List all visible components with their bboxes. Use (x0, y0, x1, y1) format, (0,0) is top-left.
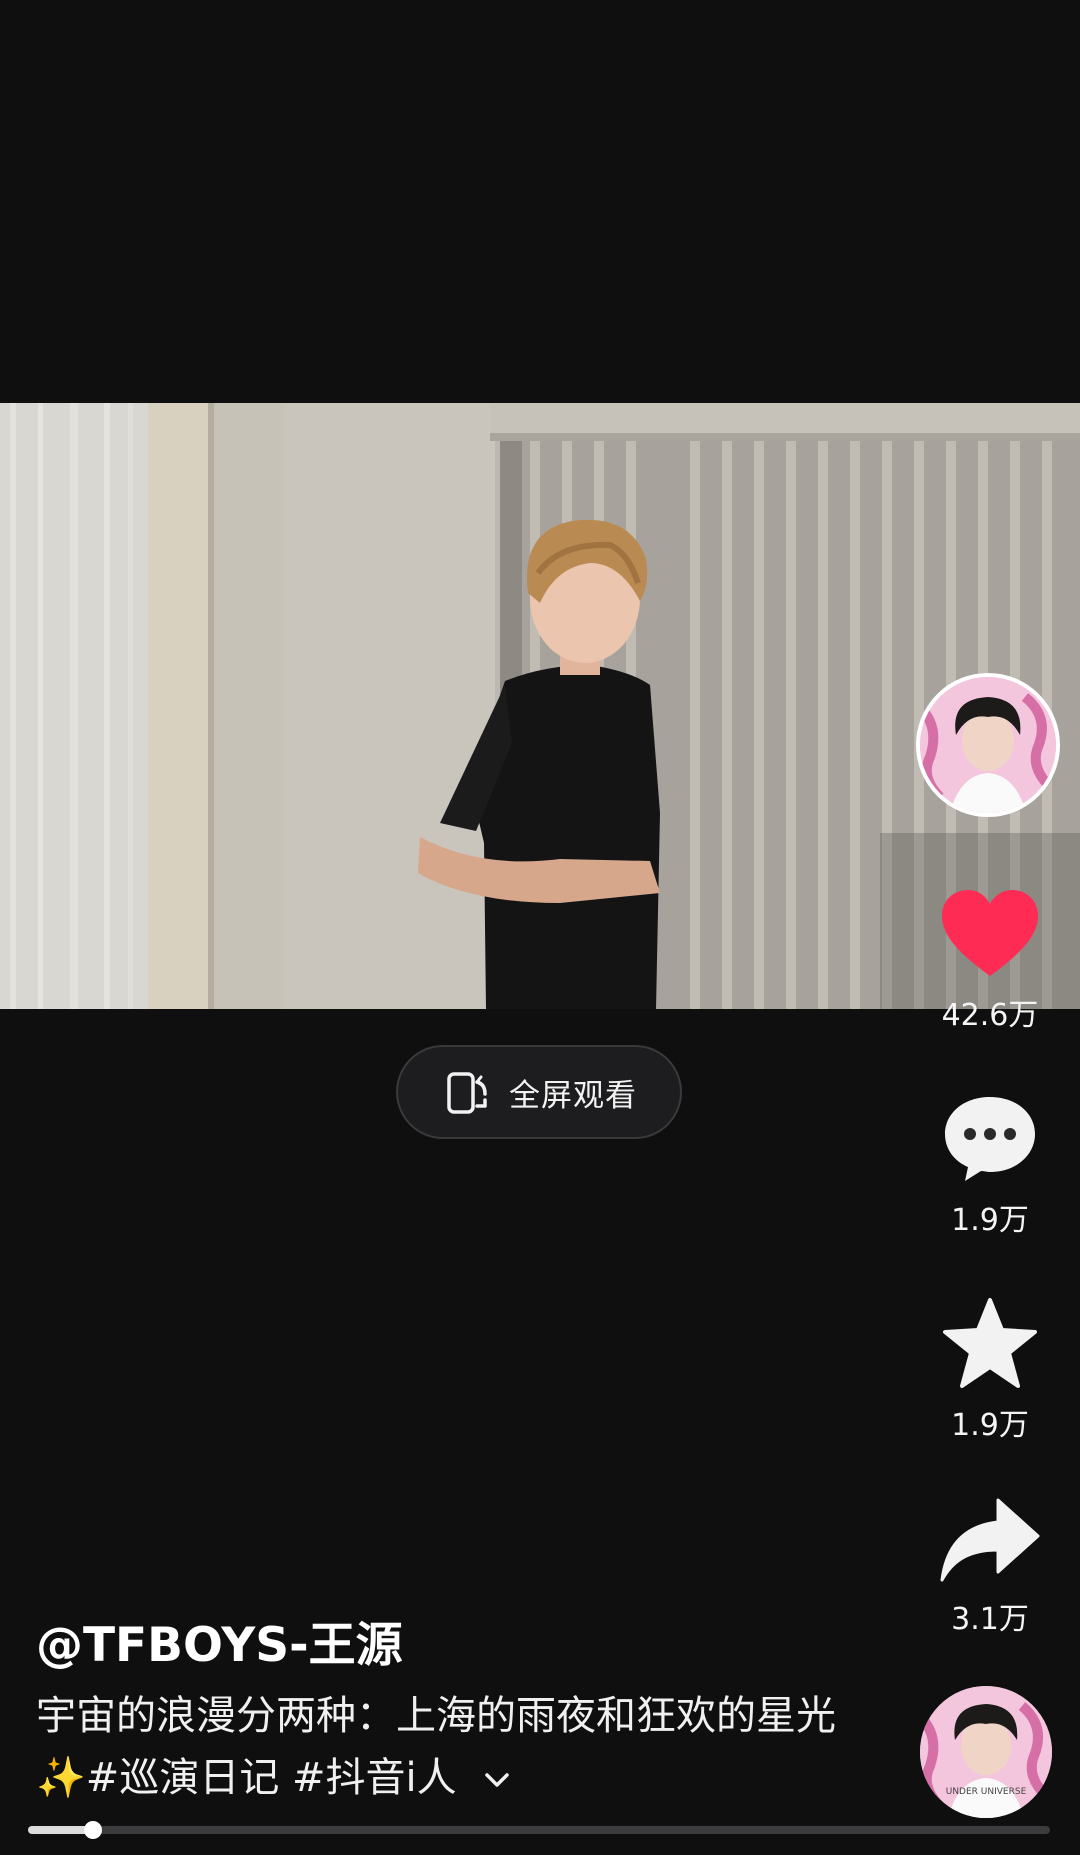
caption-text: 宇宙的浪漫分两种：上海的雨夜和狂欢的星光✨#巡演日记 #抖音i人 (36, 1693, 836, 1801)
comment-bubble-icon (945, 1097, 1035, 1181)
like-button[interactable]: 42.6万 (925, 888, 1055, 1034)
share-arrow-icon (940, 1498, 1040, 1582)
video-scene (0, 403, 1080, 1009)
fullscreen-watch-button[interactable]: 全屏观看 (396, 1045, 682, 1139)
favorite-button[interactable]: 1.9万 (925, 1296, 1055, 1444)
heart-icon (942, 890, 1038, 976)
like-count: 42.6万 (941, 998, 1039, 1033)
share-button[interactable]: 3.1万 (925, 1496, 1055, 1638)
rotate-screen-icon (447, 1072, 487, 1114)
author-avatar[interactable] (916, 673, 1060, 817)
share-count: 3.1万 (951, 1602, 1029, 1637)
avatar-image (920, 677, 1056, 813)
star-icon (943, 1298, 1037, 1388)
author-handle[interactable]: @TFBOYS-王源 (36, 1606, 403, 1675)
comment-button[interactable]: 1.9万 (925, 1093, 1055, 1239)
chevron-down-icon[interactable] (483, 1770, 511, 1790)
fullscreen-watch-label: 全屏观看 (509, 1077, 637, 1114)
favorite-count: 1.9万 (951, 1408, 1029, 1443)
video-feed-screen: 全屏观看 42.6万 1.9万 1.9万 3.1万 @TFBOYS-王源 宇宙的… (0, 0, 1080, 1855)
disc-badge-text: UNDER UNIVERSE (946, 1787, 1027, 1797)
video-caption[interactable]: 宇宙的浪漫分两种：上海的雨夜和狂欢的星光✨#巡演日记 #抖音i人 (36, 1685, 856, 1809)
video-player[interactable] (0, 403, 1080, 1009)
comment-count: 1.9万 (951, 1203, 1029, 1238)
music-disc-avatar[interactable]: UNDER UNIVERSE (920, 1686, 1052, 1818)
progress-scrubber-handle[interactable] (84, 1821, 103, 1839)
music-disc-image: UNDER UNIVERSE (920, 1686, 1052, 1818)
playback-progress-bar[interactable] (28, 1821, 1050, 1839)
